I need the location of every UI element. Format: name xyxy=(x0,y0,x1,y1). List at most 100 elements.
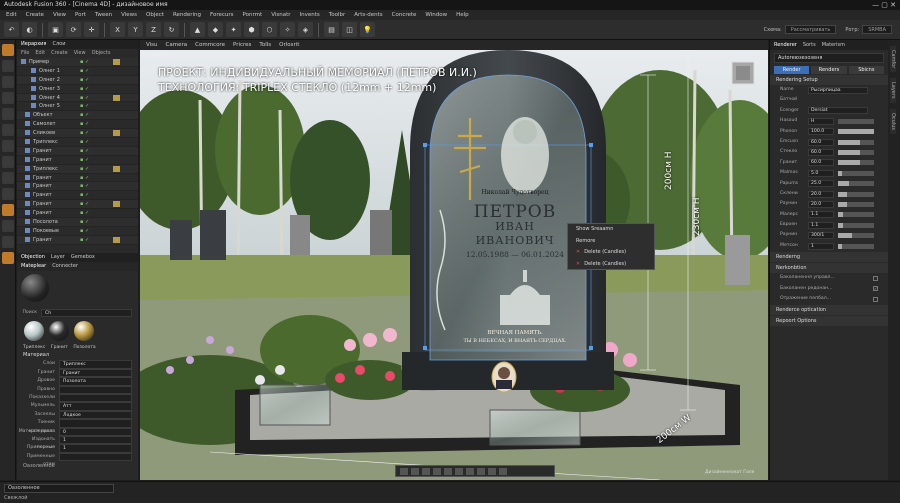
visibility-flags-icon[interactable]: ▪ ✓ xyxy=(80,67,89,76)
render-param-slider[interactable] xyxy=(838,139,874,145)
render-param-input[interactable]: 20.0 xyxy=(808,190,834,198)
render-param-slider[interactable] xyxy=(838,170,874,176)
render-mode-button[interactable]: Sbicns xyxy=(848,66,884,74)
render-param-input[interactable]: 60.0 xyxy=(808,138,834,146)
object-row[interactable]: Олнег 3 ▪ ✓ xyxy=(17,85,138,94)
object-row[interactable]: Посолота ▪ ✓ xyxy=(17,218,138,227)
paint-tool-icon[interactable] xyxy=(2,236,14,248)
render-param-slider[interactable] xyxy=(838,181,874,187)
render-param-input[interactable]: 5.0 xyxy=(808,169,834,177)
viewport-menu-item[interactable]: Pricres xyxy=(233,40,251,50)
fit-icon[interactable] xyxy=(433,467,441,475)
viewport-menu-item[interactable]: Visu xyxy=(146,40,158,50)
mesh-tool-icon[interactable] xyxy=(2,60,14,72)
menu-item-15[interactable]: Window xyxy=(425,10,447,20)
visibility-flags-icon[interactable]: ▪ ✓ xyxy=(80,85,89,94)
menu-item-4[interactable]: Tween xyxy=(95,10,112,20)
toolbar-icon-10[interactable]: ◆ xyxy=(208,22,223,37)
menu-item-10[interactable]: Visnatr xyxy=(271,10,290,20)
object-row[interactable]: Олнег 4 ▪ ✓ xyxy=(17,93,138,103)
object-row[interactable]: Гранит ▪ ✓ xyxy=(17,209,138,219)
render-select[interactable]: SRMBA xyxy=(862,25,892,34)
report-options-section[interactable]: Repoort Options xyxy=(770,316,888,327)
visibility-flags-icon[interactable]: ▪ ✓ xyxy=(80,111,89,120)
menu-item-13[interactable]: Arts-dents xyxy=(354,10,382,20)
object-row[interactable]: Гранит ▪ ✓ xyxy=(17,156,138,165)
object-row[interactable]: Олнег 2 ▪ ✓ xyxy=(17,75,138,85)
material-swatch[interactable]: Гранит xyxy=(49,321,70,350)
material-prop-value[interactable] xyxy=(59,393,132,403)
visibility-flags-icon[interactable]: ▪ ✓ xyxy=(80,236,89,245)
checkbox[interactable]: ✓ xyxy=(873,286,878,292)
object-row[interactable]: Гранит ▪ ✓ xyxy=(17,191,138,201)
axis-tool-icon[interactable] xyxy=(2,156,14,168)
toolbar-icon-12[interactable]: ⬢ xyxy=(244,22,259,37)
menu-item-1[interactable]: Create xyxy=(26,10,44,20)
visibility-flags-icon[interactable]: ▪ ✓ xyxy=(80,94,89,103)
section-icon[interactable] xyxy=(499,467,507,475)
edge-tool-icon[interactable] xyxy=(2,76,14,88)
viewport-menu-item[interactable]: Tolls xyxy=(259,40,271,50)
menu-item-8[interactable]: Forecurs xyxy=(210,10,234,20)
visibility-flags-icon[interactable]: ▪ ✓ xyxy=(80,227,89,236)
material-tag-icon[interactable] xyxy=(113,59,120,65)
toolbar-icon-17[interactable]: ◫ xyxy=(342,22,357,37)
object-row[interactable]: Триплекс ▪ ✓ xyxy=(17,164,138,174)
render-param-slider[interactable] xyxy=(838,150,874,156)
pan-icon[interactable] xyxy=(411,467,419,475)
attribute-tab[interactable]: Layer xyxy=(51,253,65,262)
render-param-slider[interactable] xyxy=(838,118,874,124)
search-input[interactable]: Сh xyxy=(41,309,132,318)
visibility-flags-icon[interactable]: ▪ ✓ xyxy=(80,58,89,67)
material-prop-value[interactable]: 1 xyxy=(59,435,132,445)
context-menu-item[interactable]: ✕ Delete (Candles) xyxy=(568,259,654,271)
visibility-flags-icon[interactable]: ▪ ✓ xyxy=(80,147,89,156)
render-param-slider[interactable] xyxy=(838,160,874,166)
toolbar-icon-16[interactable]: ▤ xyxy=(324,22,339,37)
render-param-slider[interactable] xyxy=(838,129,874,135)
view-cube[interactable] xyxy=(731,61,755,85)
material-sub-tab[interactable]: Connecter xyxy=(52,262,78,271)
render-tool-icon[interactable] xyxy=(2,252,14,264)
material-prop-value[interactable] xyxy=(59,385,132,394)
tab-hierarchy[interactable]: Иерархия xyxy=(21,40,46,49)
render-mode-button[interactable]: Render xyxy=(774,66,810,74)
menu-item-7[interactable]: Rendering xyxy=(173,10,201,20)
viewport-menu-item[interactable]: Camera xyxy=(166,40,188,50)
texture-tool-icon[interactable] xyxy=(2,140,14,152)
snap-tool-icon[interactable] xyxy=(2,172,14,184)
menu-item-16[interactable]: Help xyxy=(456,10,469,20)
visibility-flags-icon[interactable]: ▪ ✓ xyxy=(80,174,89,183)
object-row[interactable]: Сликоев ▪ ✓ xyxy=(17,129,138,139)
material-tag-icon[interactable] xyxy=(113,236,120,243)
toolbar-icon-2[interactable]: ▣ xyxy=(48,22,63,37)
visibility-flags-icon[interactable]: ▪ ✓ xyxy=(80,120,89,129)
visibility-flags-icon[interactable]: ▪ ✓ xyxy=(80,182,89,191)
visibility-flags-icon[interactable]: ▪ ✓ xyxy=(80,156,89,165)
material-prop-value[interactable]: Лодкое xyxy=(59,410,132,420)
menu-item-5[interactable]: Views xyxy=(121,10,137,20)
object-row[interactable]: Объект ▪ ✓ xyxy=(17,111,138,121)
material-prop-value[interactable]: Триплекс xyxy=(59,360,132,369)
menu-item-6[interactable]: Object xyxy=(146,10,164,20)
material-tag-icon[interactable] xyxy=(113,165,120,172)
material-prop-value[interactable] xyxy=(59,452,132,462)
menu-item-12[interactable]: Toolbr xyxy=(329,10,345,20)
grid-icon[interactable] xyxy=(455,467,463,475)
material-prop-value[interactable]: Гранит xyxy=(59,368,132,378)
render-param-slider[interactable] xyxy=(838,201,874,207)
visibility-flags-icon[interactable]: ▪ ✓ xyxy=(80,76,89,85)
object-menu-item[interactable]: View xyxy=(74,49,86,58)
render-param-slider[interactable] xyxy=(838,243,874,249)
visibility-flags-icon[interactable]: ▪ ✓ xyxy=(80,200,89,209)
context-menu-item[interactable]: Remore xyxy=(568,236,654,248)
object-menu-item[interactable]: Objects xyxy=(92,49,111,58)
viewport-menu-item[interactable]: Orlosrit xyxy=(279,40,299,50)
object-menu-item[interactable]: File xyxy=(21,49,29,58)
viewport-3d[interactable] xyxy=(140,40,768,480)
tab-layers[interactable]: Слои xyxy=(52,40,65,49)
object-row[interactable]: Олнег 1 ▪ ✓ xyxy=(17,67,138,76)
menu-item-0[interactable]: Edit xyxy=(6,10,17,20)
visibility-flags-icon[interactable]: ▪ ✓ xyxy=(80,218,89,227)
toolbar-icon-8[interactable]: ↻ xyxy=(164,22,179,37)
